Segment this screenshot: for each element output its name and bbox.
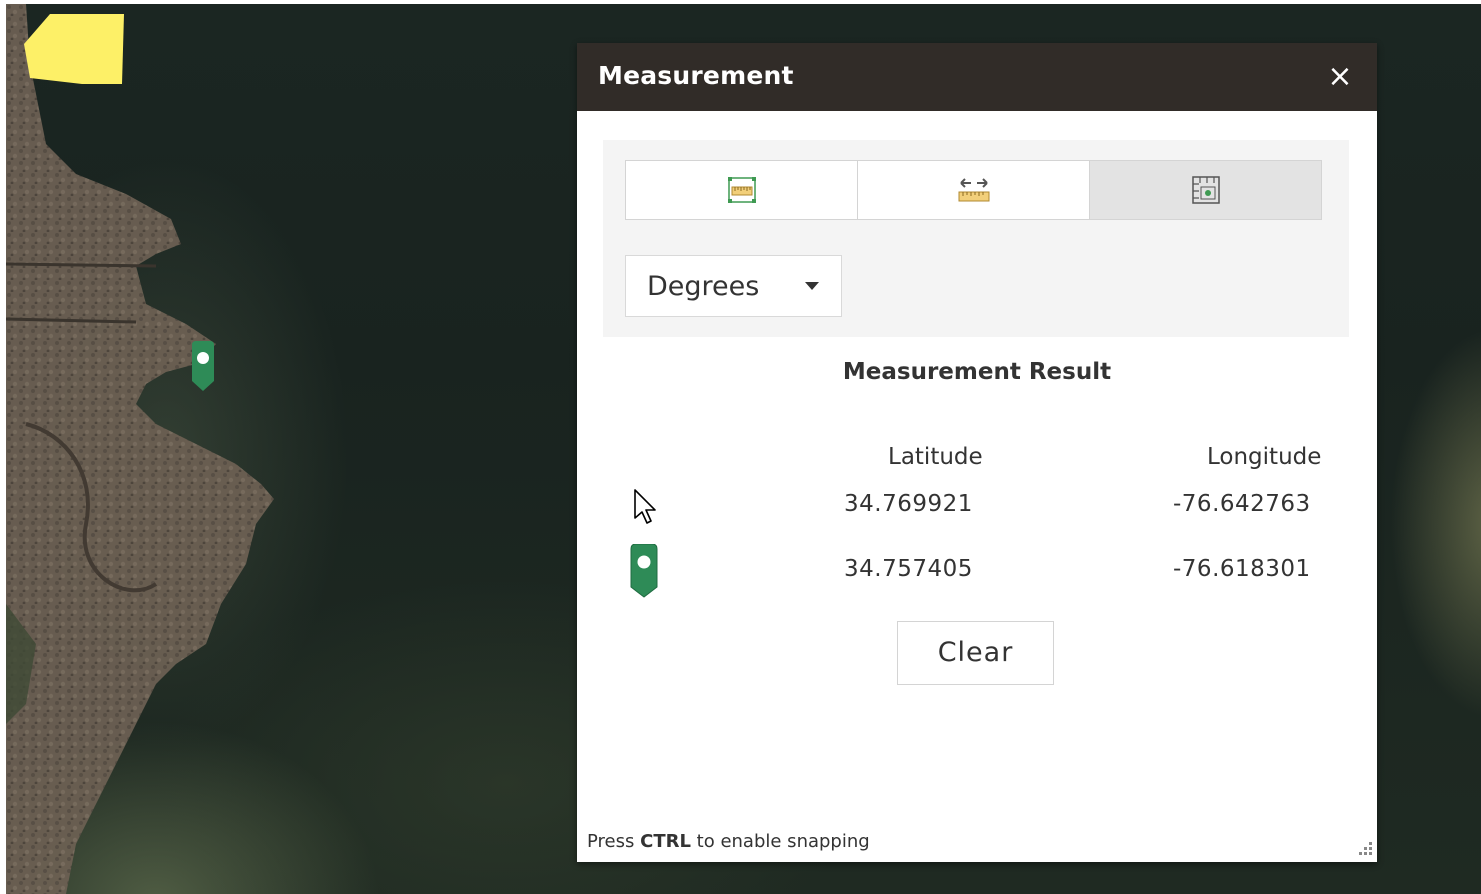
measure-distance-button[interactable] xyxy=(858,161,1090,219)
map-pin-icon xyxy=(630,544,658,598)
snapping-hint: Press CTRL to enable snapping xyxy=(587,831,870,852)
resize-grip-icon[interactable] xyxy=(1356,841,1374,859)
caret-down-icon xyxy=(805,282,819,290)
result-title: Measurement Result xyxy=(842,359,1112,385)
measure-area-button[interactable] xyxy=(626,161,858,219)
close-icon[interactable]: × xyxy=(1325,59,1355,95)
map-pin-icon[interactable] xyxy=(190,341,216,391)
clear-button[interactable]: Clear xyxy=(897,621,1054,685)
measure-mode-group xyxy=(625,160,1322,220)
pin-longitude: -76.618301 xyxy=(1173,556,1311,582)
cursor-latitude: 34.769921 xyxy=(844,491,973,517)
panel-title: Measurement xyxy=(598,61,794,90)
ctrl-key: CTRL xyxy=(640,831,691,852)
unit-dropdown[interactable]: Degrees xyxy=(625,255,842,317)
unit-dropdown-value: Degrees xyxy=(647,271,760,302)
measure-location-button[interactable] xyxy=(1090,161,1321,219)
panel-titlebar[interactable]: Measurement × xyxy=(577,43,1377,111)
measurement-panel: Measurement × Degrees Measurement Result… xyxy=(577,43,1377,862)
measure-location-icon xyxy=(1191,176,1220,204)
measure-distance-icon xyxy=(958,178,989,202)
pin-latitude: 34.757405 xyxy=(844,556,973,582)
measurement-tools: Degrees xyxy=(603,140,1349,337)
measure-area-icon xyxy=(727,177,756,203)
cursor-longitude: -76.642763 xyxy=(1173,491,1311,517)
drawn-area-shape[interactable] xyxy=(22,12,132,88)
latitude-header: Latitude xyxy=(888,444,983,470)
longitude-header: Longitude xyxy=(1207,444,1322,470)
mouse-cursor-icon xyxy=(634,489,656,524)
